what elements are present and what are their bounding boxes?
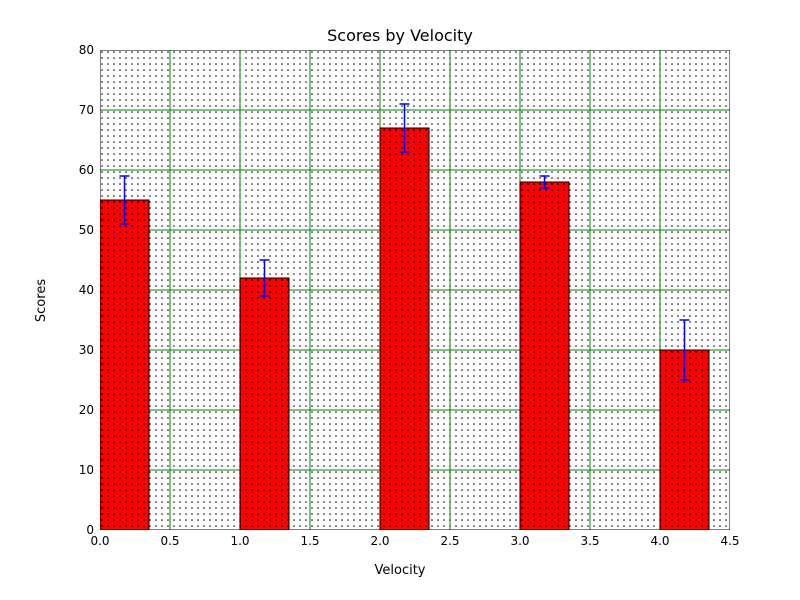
xtick-label: 4.0 bbox=[650, 534, 669, 548]
ytick-label: 60 bbox=[79, 163, 94, 177]
ytick-label: 20 bbox=[79, 403, 94, 417]
bar bbox=[520, 182, 569, 530]
bar bbox=[380, 128, 429, 530]
xtick-label: 2.5 bbox=[440, 534, 459, 548]
bar bbox=[240, 278, 289, 530]
ytick-label: 80 bbox=[79, 43, 94, 57]
x-axis-label: Velocity bbox=[0, 563, 800, 578]
ytick-label: 70 bbox=[79, 103, 94, 117]
xtick-label: 2.0 bbox=[370, 534, 389, 548]
ytick-label: 50 bbox=[79, 223, 94, 237]
xtick-label: 3.0 bbox=[510, 534, 529, 548]
plot-svg bbox=[100, 50, 730, 530]
xtick-label: 1.5 bbox=[300, 534, 319, 548]
y-axis-label: Scores bbox=[32, 0, 52, 600]
plot-axes: 0.00.51.01.52.02.53.03.54.04.50102030405… bbox=[100, 50, 730, 530]
ytick-label: 10 bbox=[79, 463, 94, 477]
ytick-label: 30 bbox=[79, 343, 94, 357]
bar bbox=[100, 200, 149, 530]
ytick-label: 40 bbox=[79, 283, 94, 297]
figure: Scores by Velocity Scores Velocity 0.00.… bbox=[0, 0, 800, 600]
xtick-label: 0.5 bbox=[160, 534, 179, 548]
xtick-label: 4.5 bbox=[720, 534, 739, 548]
xtick-label: 3.5 bbox=[580, 534, 599, 548]
xtick-label: 1.0 bbox=[230, 534, 249, 548]
chart-title: Scores by Velocity bbox=[0, 26, 800, 45]
ytick-label: 0 bbox=[86, 523, 94, 537]
